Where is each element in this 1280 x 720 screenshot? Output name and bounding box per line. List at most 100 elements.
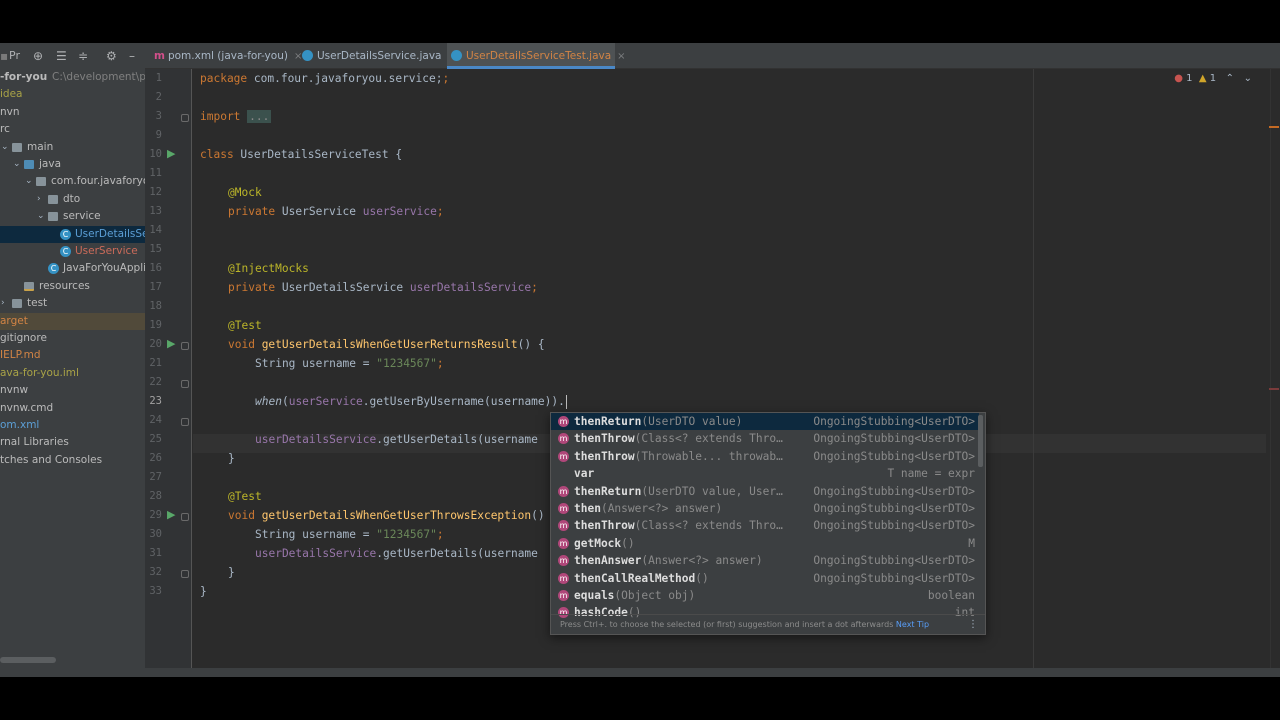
fold-marker-icon[interactable] bbox=[181, 380, 189, 388]
completion-item[interactable]: m thenThrow(Class<? extends Thro… OngoingS… bbox=[551, 430, 979, 447]
code-line[interactable]: } bbox=[228, 563, 235, 582]
line-number[interactable]: 28 bbox=[145, 490, 162, 502]
collapse-all-icon[interactable]: ≑ bbox=[78, 49, 88, 63]
editor-vscrollbar[interactable] bbox=[1269, 69, 1280, 677]
line-number[interactable]: 33 bbox=[145, 585, 162, 597]
code-line[interactable]: private UserDetailsService userDetailsSe… bbox=[228, 278, 538, 297]
tree-item[interactable]: IELP.md bbox=[0, 347, 145, 364]
expand-all-icon[interactable]: ☰ bbox=[56, 49, 67, 63]
tree-item[interactable]: gitignore bbox=[0, 330, 145, 347]
tree-item[interactable]: nvnw bbox=[0, 382, 145, 399]
code-line[interactable]: @InjectMocks bbox=[228, 259, 309, 278]
run-test-icon[interactable]: ▶ bbox=[167, 337, 180, 350]
expand-arrow-icon[interactable]: ⌄ bbox=[37, 208, 45, 225]
completion-item[interactable]: m thenAnswer(Answer<?> answer) OngoingStub… bbox=[551, 552, 979, 569]
tree-item[interactable]: rc bbox=[0, 121, 145, 138]
tree-item[interactable]: C UserService bbox=[0, 243, 145, 260]
code-line[interactable]: when(userService.getUserByUsername(usern… bbox=[255, 392, 567, 411]
line-number[interactable]: 27 bbox=[145, 471, 162, 483]
fold-marker-icon[interactable] bbox=[181, 570, 189, 578]
project-hscrollbar[interactable] bbox=[0, 657, 56, 663]
line-number[interactable]: 3 bbox=[145, 110, 162, 122]
editor-tab[interactable]: m pom.xml (java-for-you) × bbox=[150, 43, 302, 69]
more-options-icon[interactable]: ⋮ bbox=[968, 615, 978, 634]
tree-item[interactable]: nvnw.cmd bbox=[0, 400, 145, 417]
line-number[interactable]: 9 bbox=[145, 129, 162, 141]
code-line[interactable]: class UserDetailsServiceTest { bbox=[200, 145, 402, 164]
tree-item[interactable]: arget bbox=[0, 312, 145, 330]
inspection-widget[interactable]: ● 1 ▲ 1 ⌃ ⌄ bbox=[1174, 73, 1252, 84]
fold-marker-icon[interactable] bbox=[181, 342, 189, 350]
tree-item[interactable]: C UserDetailsServ bbox=[0, 225, 145, 243]
completion-item[interactable]: var T name = expr bbox=[551, 465, 979, 482]
tree-item[interactable]: ⌄ java bbox=[0, 156, 145, 173]
line-number[interactable]: 1 bbox=[145, 72, 162, 84]
fold-marker-icon[interactable] bbox=[181, 418, 189, 426]
error-stripe[interactable] bbox=[1269, 388, 1279, 390]
code-line[interactable]: userDetailsService.getUserDetails(userna… bbox=[255, 544, 538, 563]
tree-item[interactable]: rnal Libraries bbox=[0, 434, 145, 451]
prev-highlight-icon[interactable]: ⌃ bbox=[1226, 73, 1234, 84]
code-line[interactable]: import ... bbox=[200, 107, 272, 126]
close-tab-icon[interactable]: × bbox=[617, 51, 625, 62]
tree-item[interactable]: om.xml bbox=[0, 417, 145, 434]
next-highlight-icon[interactable]: ⌄ bbox=[1244, 73, 1252, 84]
line-number[interactable]: 11 bbox=[145, 167, 162, 179]
code-line[interactable]: String username = "1234567"; bbox=[255, 525, 444, 544]
fold-marker-icon[interactable] bbox=[181, 114, 189, 122]
line-number[interactable]: 2 bbox=[145, 91, 162, 103]
tree-item[interactable]: ⌄ service bbox=[0, 208, 145, 225]
line-number[interactable]: 15 bbox=[145, 243, 162, 255]
tree-item[interactable]: ⌄ main bbox=[0, 139, 145, 156]
line-number[interactable]: 19 bbox=[145, 319, 162, 331]
completion-item[interactable]: m thenThrow(Class<? extends Thro… OngoingS… bbox=[551, 517, 979, 534]
tree-item[interactable]: idea bbox=[0, 86, 145, 103]
editor-tab[interactable]: UserDetailsService.java× bbox=[298, 43, 456, 69]
line-number[interactable]: 20 bbox=[145, 338, 162, 350]
code-line[interactable]: void getUserDetailsWhenGetUserThrowsExce… bbox=[228, 506, 545, 525]
line-number[interactable]: 24 bbox=[145, 414, 162, 426]
completion-item[interactable]: m thenReturn(UserDTO value, User… OngoingS… bbox=[551, 483, 979, 500]
code-line[interactable]: void getUserDetailsWhenGetUserReturnsRes… bbox=[228, 335, 545, 354]
warning-stripe[interactable] bbox=[1269, 126, 1279, 128]
project-tool-icon[interactable]: ▪ bbox=[0, 49, 8, 63]
fold-marker-icon[interactable] bbox=[181, 513, 189, 521]
code-line[interactable]: @Test bbox=[228, 316, 262, 335]
gear-icon[interactable]: ⚙ bbox=[106, 49, 117, 63]
line-number[interactable]: 18 bbox=[145, 300, 162, 312]
expand-arrow-icon[interactable]: ⌄ bbox=[13, 156, 21, 173]
line-number[interactable]: 26 bbox=[145, 452, 162, 464]
code-line[interactable]: } bbox=[228, 449, 235, 468]
code-line[interactable]: private UserService userService; bbox=[228, 202, 444, 221]
editor-tab[interactable]: UserDetailsServiceTest.java × bbox=[447, 43, 626, 69]
tree-item[interactable]: ⌄ com.four.javaforyou bbox=[0, 173, 145, 190]
line-number[interactable]: 13 bbox=[145, 205, 162, 217]
completion-item[interactable]: m equals(Object obj) boolean bbox=[551, 587, 979, 604]
line-number[interactable]: 14 bbox=[145, 224, 162, 236]
tree-item[interactable]: C JavaForYouApplica bbox=[0, 260, 145, 277]
line-number[interactable]: 29 bbox=[145, 509, 162, 521]
tree-item[interactable]: ava-for-you.iml bbox=[0, 365, 145, 382]
project-label[interactable]: Pr bbox=[9, 49, 20, 62]
line-number[interactable]: 22 bbox=[145, 376, 162, 388]
tree-item[interactable]: resources bbox=[0, 278, 145, 295]
expand-arrow-icon[interactable]: ⌄ bbox=[25, 173, 33, 190]
completion-item[interactable]: m thenCallRealMethod() OngoingStubbing<Use… bbox=[551, 570, 979, 587]
run-test-icon[interactable]: ▶ bbox=[167, 508, 180, 521]
code-line[interactable]: userDetailsService.getUserDetails(userna… bbox=[255, 430, 538, 449]
completion-item[interactable]: m thenThrow(Throwable... throwab… OngoingS… bbox=[551, 448, 979, 465]
line-number[interactable]: 12 bbox=[145, 186, 162, 198]
code-line[interactable]: @Test bbox=[228, 487, 262, 506]
code-line[interactable]: package com.four.javaforyou.service;; bbox=[200, 69, 449, 88]
line-number[interactable]: 10 bbox=[145, 148, 162, 160]
line-number[interactable]: 31 bbox=[145, 547, 162, 559]
line-number[interactable]: 32 bbox=[145, 566, 162, 578]
completion-item[interactable]: m getMock() M bbox=[551, 535, 979, 552]
line-number[interactable]: 30 bbox=[145, 528, 162, 540]
next-tip-link[interactable]: Next Tip bbox=[896, 620, 929, 629]
run-test-icon[interactable]: ▶ bbox=[167, 147, 180, 160]
line-number[interactable]: 17 bbox=[145, 281, 162, 293]
expand-arrow-icon[interactable]: ⌄ bbox=[1, 139, 9, 156]
locate-icon[interactable]: ⊕ bbox=[33, 49, 43, 63]
line-number[interactable]: 21 bbox=[145, 357, 162, 369]
